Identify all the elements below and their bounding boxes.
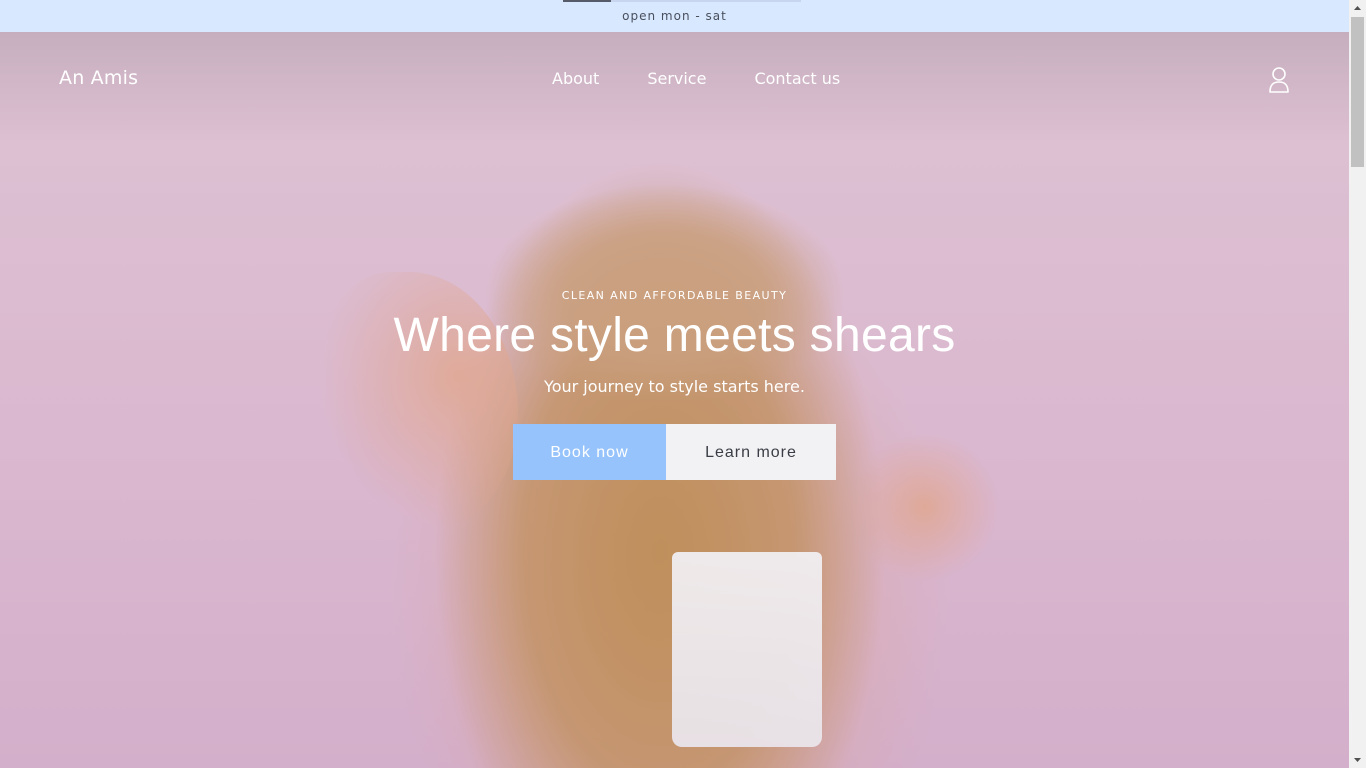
hero-eyebrow: CLEAN AND AFFORDABLE BEAUTY — [561, 289, 788, 302]
announcement-text: open mon - sat — [622, 9, 727, 23]
learn-more-button[interactable]: Learn more — [666, 424, 836, 480]
page: open mon - sat An Amis About Service Con… — [0, 0, 1366, 768]
hero-title: Where style meets shears — [393, 309, 956, 362]
scroll-down-arrow-icon[interactable] — [1349, 751, 1366, 768]
account-button[interactable] — [1266, 66, 1292, 94]
announcement-progress-indicator — [563, 0, 611, 2]
hero-section — [0, 32, 1349, 768]
brand-logo[interactable]: An Amis — [59, 67, 138, 89]
book-now-button[interactable]: Book now — [513, 424, 666, 480]
nav-item-service[interactable]: Service — [647, 69, 706, 88]
scrollbar-thumb[interactable] — [1351, 17, 1364, 167]
nav-item-about[interactable]: About — [552, 69, 599, 88]
scroll-up-arrow-icon[interactable] — [1349, 0, 1366, 17]
main-nav: About Service Contact us — [552, 69, 840, 88]
user-icon — [1269, 67, 1289, 93]
nav-item-contact-us[interactable]: Contact us — [754, 69, 840, 88]
hero-subtitle: Your journey to style starts here. — [544, 377, 805, 396]
announcement-bar: open mon - sat — [0, 0, 1349, 32]
vertical-scrollbar[interactable] — [1349, 0, 1366, 768]
announcement-progress-track — [611, 0, 801, 2]
